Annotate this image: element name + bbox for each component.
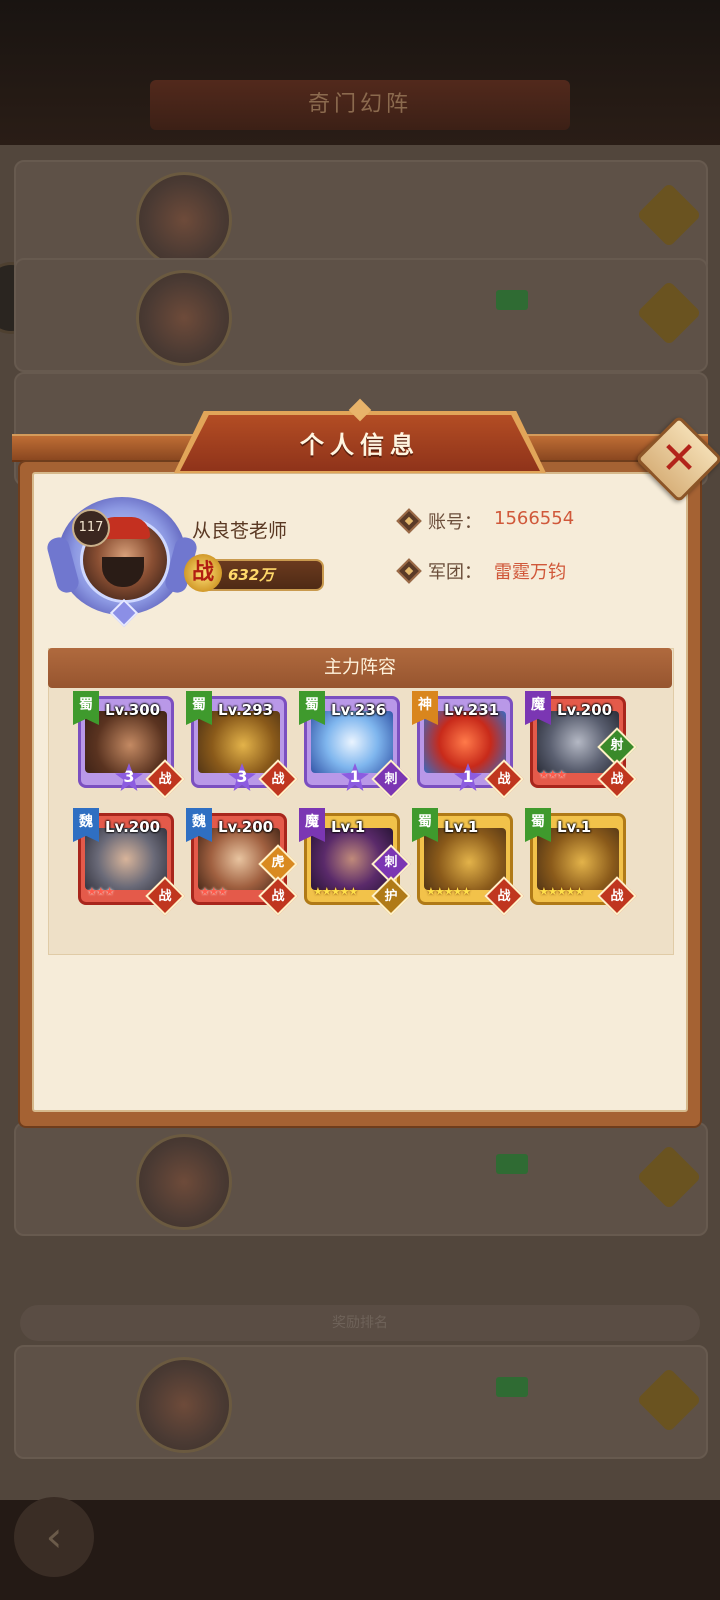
hero-stars: ★★★	[87, 885, 115, 898]
avatar	[136, 1357, 232, 1453]
role-label: 战	[610, 889, 624, 904]
role-label: 战	[610, 772, 624, 787]
hero-card[interactable]: 魏 Lv.200 ★★★ 虎 战	[186, 808, 298, 916]
hero-level: Lv.200	[105, 818, 161, 836]
ranking-row[interactable]	[14, 1122, 708, 1236]
avatar	[136, 172, 232, 268]
ranking-row[interactable]	[14, 258, 708, 372]
ranking-row[interactable]	[14, 1345, 708, 1459]
player-name: 从良苍老师	[192, 520, 288, 542]
hero-card[interactable]: 神 Lv.231 1 战	[412, 691, 524, 799]
role-label: 刺	[384, 772, 398, 787]
sub-role-label: 射	[610, 738, 624, 753]
hero-level: Lv.231	[444, 701, 500, 719]
status-badge	[496, 1154, 528, 1174]
role-label: 战	[158, 772, 172, 787]
role-label: 护	[384, 889, 398, 904]
hero-stars: ★★★★★	[539, 885, 584, 898]
status-badge	[496, 290, 528, 310]
reward-icon	[636, 182, 702, 248]
hero-stars: ★★★	[539, 768, 567, 781]
role-label: 战	[158, 889, 172, 904]
role-label: 战	[271, 772, 285, 787]
hero-stars: ★★★★★	[426, 885, 471, 898]
lineup-title: 主力阵容	[48, 648, 672, 688]
lineup-panel	[48, 648, 674, 955]
role-label: 战	[497, 772, 511, 787]
hero-stars: ★★★	[200, 885, 228, 898]
avatar	[136, 270, 232, 366]
hero-card[interactable]: 魔 Lv.1 ★★★★★ 刺 护	[299, 808, 411, 916]
hero-card[interactable]: 蜀 Lv.1 ★★★★★ 战	[525, 808, 637, 916]
hero-card[interactable]: 蜀 Lv.236 1 刺	[299, 691, 411, 799]
role-label: 战	[497, 889, 511, 904]
hero-level: Lv.293	[218, 701, 274, 719]
role-label: 战	[271, 889, 285, 904]
hero-level: Lv.1	[557, 818, 592, 836]
reward-icon	[636, 1144, 702, 1210]
avatar	[136, 1134, 232, 1230]
hero-level: Lv.1	[331, 818, 366, 836]
screen-title: 奇门幻阵	[150, 80, 570, 130]
modal-title: 个人信息	[300, 431, 420, 459]
power-value: 632万	[228, 566, 275, 584]
hero-stars: ★★★★★	[313, 885, 358, 898]
account-value: 1566554	[494, 508, 575, 529]
hero-level: Lv.300	[105, 701, 161, 719]
close-icon[interactable]: ✕	[648, 428, 710, 490]
back-button[interactable]: ‹	[14, 1497, 94, 1577]
hero-card[interactable]: 魏 Lv.200 ★★★ 战	[73, 808, 185, 916]
sub-role-label: 虎	[271, 855, 285, 870]
hero-card[interactable]: 蜀 Lv.300 3 战	[73, 691, 185, 799]
hero-card[interactable]: 蜀 Lv.293 3 战	[186, 691, 298, 799]
legion-value[interactable]: 雷霆万钧	[494, 558, 566, 584]
sub-role-label: 刺	[384, 855, 398, 870]
hero-level: Lv.200	[218, 818, 274, 836]
ranking-separator: 奖励排名	[20, 1305, 700, 1341]
power-icon: 战	[184, 554, 222, 592]
status-badge	[496, 1377, 528, 1397]
hero-level: Lv.200	[557, 701, 613, 719]
player-level-badge: 117	[72, 509, 110, 547]
hero-card[interactable]: 蜀 Lv.1 ★★★★★ 战	[412, 808, 524, 916]
hero-level: Lv.236	[331, 701, 387, 719]
account-label: 账号：	[428, 512, 482, 533]
ranking-row[interactable]	[14, 160, 708, 274]
chevron-left-icon: ‹	[45, 1512, 63, 1561]
reward-icon	[636, 1367, 702, 1433]
hero-level: Lv.1	[444, 818, 479, 836]
bottom-bar	[0, 1500, 720, 1600]
reward-icon	[636, 280, 702, 346]
legion-label: 军团：	[428, 562, 482, 583]
hero-card[interactable]: 魔 Lv.200 ★★★ 射 战	[525, 691, 637, 799]
